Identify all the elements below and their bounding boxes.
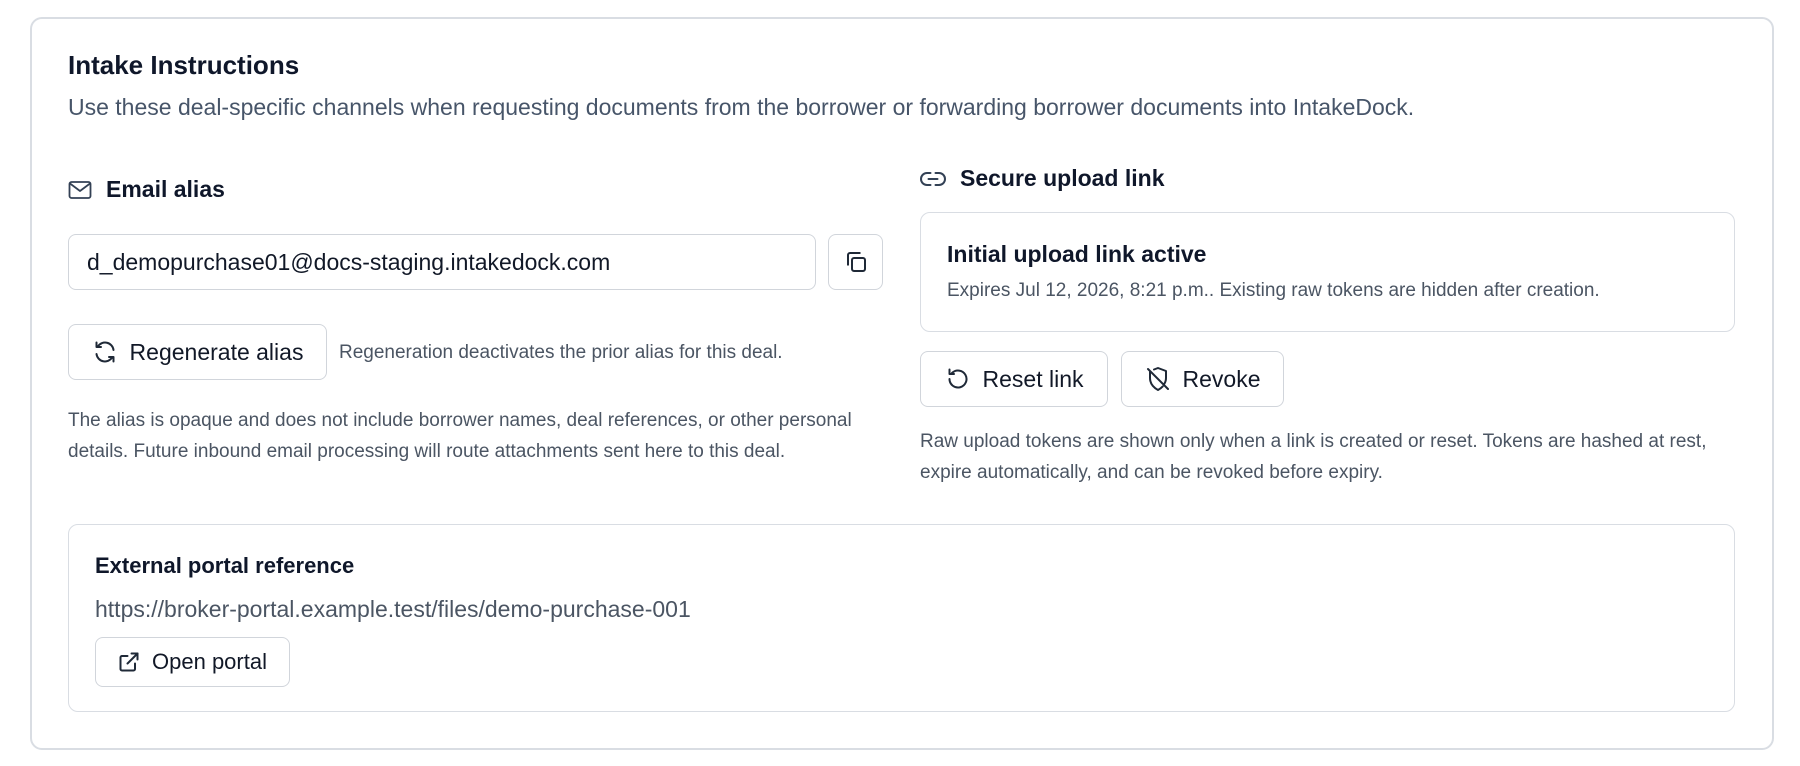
secure-upload-heading-label: Secure upload link: [960, 165, 1165, 191]
reset-link-button[interactable]: Reset link: [920, 351, 1108, 407]
copy-alias-button[interactable]: [828, 234, 883, 290]
mail-icon: [68, 180, 92, 200]
regenerate-alias-button[interactable]: Regenerate alias: [68, 324, 327, 380]
rotate-ccw-icon: [945, 366, 971, 392]
reset-link-label: Reset link: [982, 365, 1084, 392]
upload-link-status-text: Expires Jul 12, 2026, 8:21 p.m.. Existin…: [947, 280, 1600, 301]
upload-link-status-box: Initial upload link active Expires Jul 1…: [920, 212, 1735, 332]
panel-title: Intake Instructions: [68, 50, 300, 80]
open-portal-label: Open portal: [152, 649, 267, 674]
refresh-icon: [92, 339, 118, 365]
upload-link-status-title: Initial upload link active: [947, 241, 1207, 267]
external-portal-url: https://broker-portal.example.test/files…: [95, 596, 691, 622]
revoke-button[interactable]: Revoke: [1121, 351, 1284, 407]
open-portal-button[interactable]: Open portal: [95, 637, 290, 687]
secure-upload-heading: Secure upload link: [920, 165, 1165, 192]
email-alias-field[interactable]: [68, 234, 816, 290]
email-alias-heading: Email alias: [68, 176, 225, 203]
shield-off-icon: [1145, 366, 1171, 392]
regeneration-note: Regeneration deactivates the prior alias…: [339, 342, 783, 363]
email-alias-heading-label: Email alias: [106, 176, 225, 202]
external-portal-box: External portal reference https://broker…: [68, 524, 1735, 712]
upload-description-line-1: Raw upload tokens are shown only when a …: [920, 431, 1707, 452]
regenerate-alias-label: Regenerate alias: [129, 338, 304, 365]
panel-subtitle: Use these deal-specific channels when re…: [68, 94, 1415, 120]
link-icon: [920, 170, 946, 188]
upload-description-line-2: expire automatically, and can be revoked…: [920, 462, 1383, 483]
copy-icon: [843, 249, 869, 275]
external-portal-title: External portal reference: [95, 553, 355, 578]
revoke-label: Revoke: [1182, 365, 1261, 392]
alias-description-line-1: The alias is opaque and does not include…: [68, 410, 852, 431]
alias-description-line-2: details. Future inbound email processing…: [68, 441, 786, 462]
external-link-icon: [118, 651, 140, 673]
